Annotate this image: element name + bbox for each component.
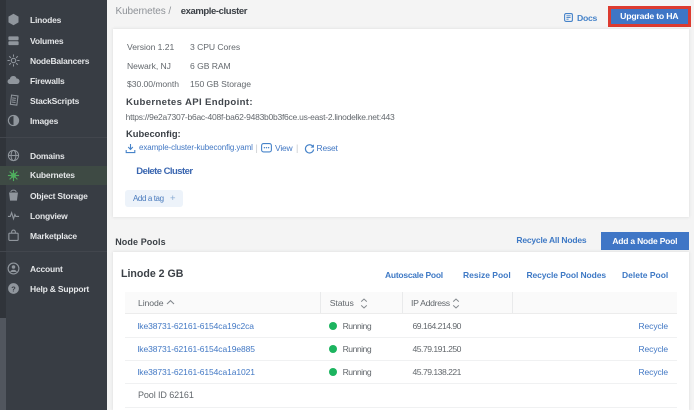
svg-text:?: ? (11, 284, 16, 293)
